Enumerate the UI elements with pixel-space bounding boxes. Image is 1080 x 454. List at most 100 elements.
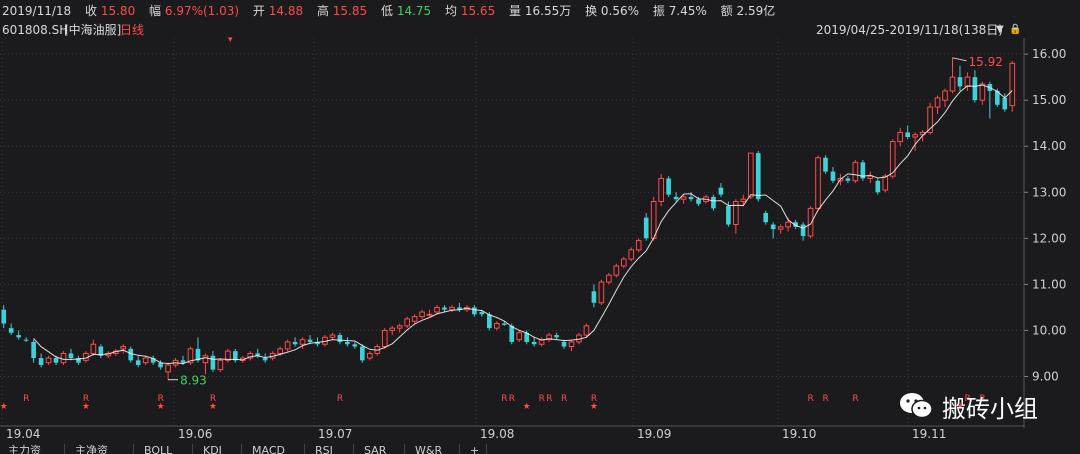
candle-down (561, 341, 567, 347)
candle-up (217, 359, 224, 371)
candle-up (120, 346, 127, 350)
candle-down (307, 339, 313, 342)
signal-star: ★ (590, 402, 598, 412)
candle-down (763, 213, 769, 223)
candle-up (613, 265, 620, 276)
signal-r: R (561, 394, 567, 404)
signal-star: ★ (523, 402, 531, 412)
candle-up (949, 76, 956, 92)
indicator-tab[interactable]: MACD (244, 444, 305, 454)
candle-up (426, 313, 433, 316)
y-tick-label: 13.00 (1032, 185, 1066, 199)
candle-down (830, 171, 836, 181)
candle-down (442, 307, 447, 310)
candle-down (53, 358, 59, 363)
candle-down (345, 341, 350, 345)
indicator-tabs: 主力资 主净资 BOLL KDJ MACD RSI SAR W&R + (0, 444, 1080, 454)
y-tick-label: 10.00 (1032, 323, 1066, 337)
candle-down (487, 314, 492, 329)
candle-up (747, 152, 754, 198)
candle-up (493, 323, 500, 329)
candle-down (673, 196, 679, 200)
indicator-tab[interactable]: RSI (307, 444, 354, 454)
candle-up (583, 325, 590, 336)
candle-up (680, 196, 687, 200)
candle-down (128, 348, 134, 361)
ma-line (33, 84, 1013, 365)
indicator-tab[interactable]: 主力资 (0, 444, 65, 454)
x-tick-label: 19.09 (637, 427, 671, 441)
indicator-tab[interactable]: BOLL (136, 444, 193, 454)
candle-up (658, 177, 664, 202)
candle-up (912, 134, 918, 138)
candle-down (23, 339, 29, 341)
indicator-tab[interactable]: KDJ (195, 444, 242, 454)
candlestick-chart[interactable]: 9.00 10.00 11.00 12.00 13.00 14.00 15.00 16.00 1… (0, 0, 1080, 454)
signal-r: R (539, 394, 545, 404)
candle-up (635, 240, 642, 251)
candle-down (16, 335, 21, 338)
indicator-tab[interactable]: W&R (407, 444, 460, 454)
candle-down (755, 153, 761, 200)
candle-down (352, 344, 358, 347)
candle-down (292, 341, 298, 345)
indicator-tab[interactable]: + (462, 444, 487, 454)
candle-down (531, 341, 537, 345)
signal-r: R (808, 394, 814, 404)
candle-up (165, 364, 171, 373)
candle-up (60, 352, 67, 364)
candle-up (434, 306, 440, 313)
signal-r: R (337, 394, 343, 404)
candle-down (957, 77, 963, 87)
candle-up (366, 352, 373, 359)
low-marker-label: 8.93 (180, 374, 207, 388)
candle-up (1009, 62, 1016, 107)
x-tick-label: 19.07 (318, 427, 352, 441)
candle-up (882, 175, 889, 191)
candle-up (979, 83, 986, 101)
candle-up (807, 207, 814, 237)
y-tick-label: 16.00 (1032, 47, 1066, 61)
candle-up (964, 76, 971, 87)
signal-r: R (823, 394, 829, 404)
candle-up (329, 334, 336, 338)
candle-up (606, 274, 612, 283)
candle-up (411, 316, 418, 322)
signal-r: R (509, 394, 515, 404)
candle-down (31, 341, 36, 359)
candle-up (867, 175, 874, 179)
candle-up (815, 157, 821, 209)
signal-r: R (501, 394, 507, 404)
candle-down (472, 307, 477, 315)
candle-up (449, 306, 455, 311)
candle-down (501, 323, 507, 325)
candle-down (875, 180, 881, 193)
candle-up (777, 226, 784, 230)
x-tick-label: 19.10 (782, 427, 816, 441)
watermark: 搬砖小组 (898, 388, 1038, 424)
candle-up (142, 357, 149, 364)
y-tick-label: 14.00 (1032, 139, 1066, 153)
indicator-tab[interactable]: 主净资 (67, 444, 134, 454)
candle-up (740, 198, 747, 202)
watermark-text: 搬砖小组 (942, 394, 1038, 423)
candle-down (823, 157, 828, 172)
candle-down (1, 309, 7, 324)
high-marker-arrow (952, 57, 967, 62)
candle-down (1002, 97, 1008, 110)
signal-star: ★ (82, 402, 90, 412)
candle-up (650, 200, 657, 239)
indicator-tab[interactable]: SAR (356, 444, 405, 454)
x-tick-label: 19.11 (912, 427, 946, 441)
candle-down (135, 360, 141, 365)
candle-up (277, 348, 283, 354)
x-tick-label: 19.04 (6, 427, 40, 441)
candle-up (598, 281, 605, 304)
candle-up (45, 357, 52, 364)
y-tick-label: 12.00 (1032, 231, 1066, 245)
candle-up (419, 311, 425, 318)
candle-up (284, 341, 291, 350)
candle-up (516, 332, 523, 341)
candle-down (845, 178, 851, 181)
candle-up (620, 258, 627, 267)
